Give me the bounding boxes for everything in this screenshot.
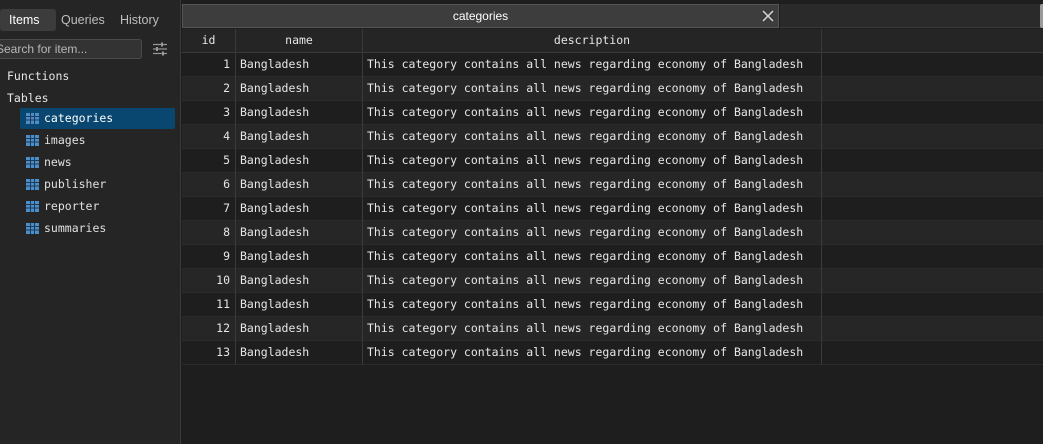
table-icon (26, 135, 39, 146)
cell-id[interactable]: 5 (182, 149, 236, 173)
cell-description[interactable]: This category contains all news regardin… (363, 245, 822, 269)
table-row[interactable]: 3 Bangladesh This category contains all ne… (182, 101, 1043, 125)
cell-id[interactable]: 4 (182, 125, 236, 149)
cell-id[interactable]: 10 (182, 269, 236, 293)
cell-name[interactable]: Bangladesh (236, 125, 363, 149)
cell-name[interactable]: Bangladesh (236, 245, 363, 269)
table-row[interactable]: 5 Bangladesh This category contains all ne… (182, 149, 1043, 173)
grid-header: id name description (182, 29, 1043, 53)
table-item-summaries[interactable]: summaries (20, 218, 175, 239)
cell-name[interactable]: Bangladesh (236, 197, 363, 221)
sidebar-tabs: Items Queries History (0, 9, 181, 31)
table-item-reporter[interactable]: reporter (20, 196, 175, 217)
cell-description[interactable]: This category contains all news regardin… (363, 317, 822, 341)
table-icon (26, 157, 39, 168)
table-icon (26, 179, 39, 190)
tab-bar: categories (182, 4, 1043, 28)
column-header-name[interactable]: name (236, 29, 363, 53)
table-row[interactable]: 13 Bangladesh This category contains all n… (182, 341, 1043, 365)
tab-categories[interactable]: categories (182, 4, 779, 28)
cell-name[interactable]: Bangladesh (236, 221, 363, 245)
column-header-id[interactable]: id (182, 29, 236, 53)
table-item-label: categories (44, 111, 114, 125)
table-row[interactable]: 6 Bangladesh This category contains all ne… (182, 173, 1043, 197)
table-row[interactable]: 9 Bangladesh This category contains all ne… (182, 245, 1043, 269)
tab-title: categories (452, 9, 509, 23)
cell-description[interactable]: This category contains all news regardin… (363, 125, 822, 149)
table-row[interactable]: 11 Bangladesh This category contains all n… (182, 293, 1043, 317)
cell-name[interactable]: Bangladesh (236, 317, 363, 341)
cell-id[interactable]: 7 (182, 197, 236, 221)
tab-bar-empty (780, 4, 1043, 28)
cell-id[interactable]: 9 (182, 245, 236, 269)
table-row[interactable]: 12 Bangladesh This category contains all n… (182, 317, 1043, 341)
table-item-label: publisher (44, 177, 107, 191)
table-row[interactable]: 10 Bangladesh This category contains all n… (182, 269, 1043, 293)
sliders-icon[interactable] (152, 42, 168, 56)
cell-id[interactable]: 6 (182, 173, 236, 197)
cell-description[interactable]: This category contains all news regardin… (363, 77, 822, 101)
cell-name[interactable]: Bangladesh (236, 173, 363, 197)
table-item-label: news (44, 155, 72, 169)
cell-description[interactable]: This category contains all news regardin… (363, 101, 822, 125)
sidebar: Items Queries History Functions Tables c… (0, 0, 181, 444)
tab-items[interactable]: Items (0, 9, 56, 31)
cell-id[interactable]: 12 (182, 317, 236, 341)
data-grid: id name description 1 Bangladesh This cate… (182, 29, 1043, 365)
close-icon[interactable] (762, 10, 774, 22)
table-row[interactable]: 7 Bangladesh This category contains all ne… (182, 197, 1043, 221)
cell-description[interactable]: This category contains all news regardin… (363, 341, 822, 365)
cell-name[interactable]: Bangladesh (236, 101, 363, 125)
tab-queries[interactable]: Queries (61, 9, 105, 31)
table-row[interactable]: 8 Bangladesh This category contains all ne… (182, 221, 1043, 245)
table-icon (26, 223, 39, 234)
table-item-news[interactable]: news (20, 152, 175, 173)
cell-id[interactable]: 11 (182, 293, 236, 317)
cell-id[interactable]: 2 (182, 77, 236, 101)
cell-name[interactable]: Bangladesh (236, 269, 363, 293)
cell-id[interactable]: 8 (182, 221, 236, 245)
cell-name[interactable]: Bangladesh (236, 77, 363, 101)
cell-description[interactable]: This category contains all news regardin… (363, 293, 822, 317)
table-row[interactable]: 1 Bangladesh This category contains all ne… (182, 53, 1043, 77)
table-item-label: images (44, 133, 86, 147)
cell-id[interactable]: 1 (182, 53, 236, 77)
table-row[interactable]: 4 Bangladesh This category contains all ne… (182, 125, 1043, 149)
tab-history[interactable]: History (120, 9, 159, 31)
cell-name[interactable]: Bangladesh (236, 293, 363, 317)
cell-description[interactable]: This category contains all news regardin… (363, 221, 822, 245)
table-item-images[interactable]: images (20, 130, 175, 151)
table-item-categories[interactable]: categories (20, 108, 175, 129)
cell-name[interactable]: Bangladesh (236, 341, 363, 365)
cell-id[interactable]: 3 (182, 101, 236, 125)
search-input[interactable] (0, 40, 141, 58)
table-row[interactable]: 2 Bangladesh This category contains all ne… (182, 77, 1043, 101)
cell-name[interactable]: Bangladesh (236, 53, 363, 77)
search-box (0, 39, 142, 59)
grid-body: 1 Bangladesh This category contains all ne… (182, 53, 1043, 365)
column-header-description[interactable]: description (363, 29, 822, 53)
cell-id[interactable]: 13 (182, 341, 236, 365)
cell-description[interactable]: This category contains all news regardin… (363, 173, 822, 197)
cell-description[interactable]: This category contains all news regardin… (363, 269, 822, 293)
table-item-label: reporter (44, 199, 100, 213)
table-icon (26, 201, 39, 212)
cell-name[interactable]: Bangladesh (236, 149, 363, 173)
cell-description[interactable]: This category contains all news regardin… (363, 197, 822, 221)
functions-section[interactable]: Functions (7, 69, 69, 83)
table-item-label: summaries (44, 221, 107, 235)
cell-description[interactable]: This category contains all news regardin… (363, 149, 822, 173)
table-icon (26, 113, 39, 124)
tables-section[interactable]: Tables (7, 91, 49, 105)
table-item-publisher[interactable]: publisher (20, 174, 175, 195)
cell-description[interactable]: This category contains all news regardin… (363, 53, 822, 77)
